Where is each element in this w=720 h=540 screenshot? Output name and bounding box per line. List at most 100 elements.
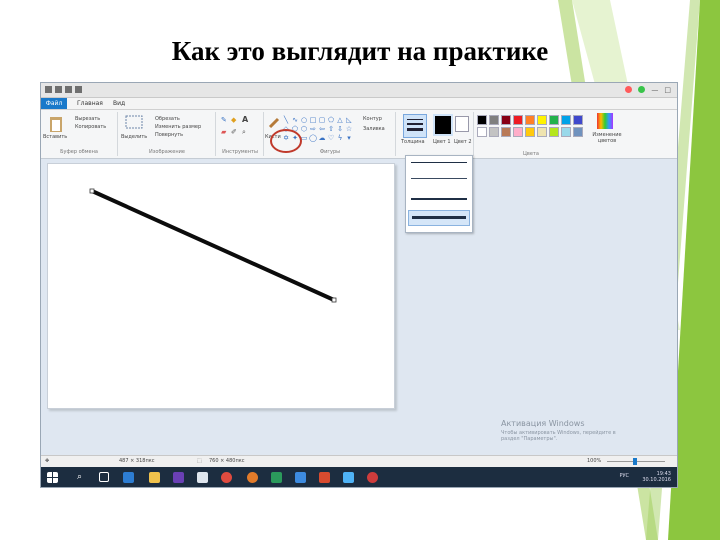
palette-color[interactable] (573, 115, 583, 125)
rotate-button[interactable]: Повернуть (155, 132, 183, 138)
palette-color[interactable] (525, 127, 535, 137)
thickness-option-3px[interactable] (411, 178, 467, 179)
edge-browser-icon[interactable] (123, 472, 134, 483)
file-explorer-icon[interactable] (149, 472, 160, 483)
palette-color[interactable] (501, 127, 511, 137)
save-icon[interactable] (55, 86, 62, 93)
eraser-icon[interactable]: ▰ (221, 128, 226, 136)
arrow-left-shape-icon[interactable]: ⇦ (318, 125, 326, 133)
paint-app-icon (45, 86, 52, 93)
palette-color[interactable] (477, 127, 487, 137)
zoom-slider[interactable] (607, 458, 665, 465)
palette-color[interactable] (573, 127, 583, 137)
windows-start-icon[interactable] (47, 472, 58, 483)
lightning-shape-icon[interactable]: ϟ (336, 134, 344, 142)
chrome-icon[interactable] (221, 472, 232, 483)
palette-color[interactable] (561, 115, 571, 125)
palette-color[interactable] (525, 115, 535, 125)
rounded-rect-shape-icon[interactable]: ▢ (318, 116, 326, 124)
palette-color[interactable] (501, 115, 511, 125)
search-icon[interactable]: ⌕ (77, 472, 88, 483)
magnifier-icon[interactable]: ⌕ (242, 128, 246, 137)
fill-bucket-icon[interactable]: ◆ (231, 116, 236, 124)
color2-label[interactable]: Цвет 2 (454, 139, 472, 145)
palette-color[interactable] (537, 127, 547, 137)
palette-color[interactable] (549, 127, 559, 137)
keyboard-language[interactable]: РУС (609, 473, 629, 479)
paste-icon[interactable] (49, 115, 63, 133)
maximize-icon[interactable] (638, 86, 646, 93)
resize-button[interactable]: Изменить размер (155, 124, 201, 130)
palette-color[interactable] (513, 127, 523, 137)
edit-colors-icon[interactable] (597, 113, 613, 129)
thickness-option-1px[interactable] (411, 162, 467, 163)
arrow-down-shape-icon[interactable]: ⇩ (336, 125, 344, 133)
curve-shape-icon[interactable]: ∿ (291, 116, 299, 124)
palette-color[interactable] (477, 115, 487, 125)
opera-icon[interactable] (367, 472, 378, 483)
drawing-canvas[interactable] (47, 163, 395, 409)
thickness-icon[interactable] (403, 114, 427, 138)
firefox-icon[interactable] (247, 472, 258, 483)
palette-color[interactable] (537, 115, 547, 125)
crop-button[interactable]: Обрезать (155, 116, 180, 122)
polygon-shape-icon[interactable]: ⬠ (327, 116, 335, 124)
right-triangle-shape-icon[interactable]: ◺ (345, 116, 353, 124)
color1-swatch[interactable] (433, 114, 453, 136)
callout-oval-shape-icon[interactable]: ◯ (309, 134, 317, 142)
tab-view[interactable]: Вид (113, 100, 125, 107)
fill-button[interactable]: Заливка (363, 126, 385, 132)
thickness-option-selected[interactable] (408, 210, 470, 226)
palette-color[interactable] (513, 115, 523, 125)
palette-color[interactable] (561, 127, 571, 137)
edit-colors-button[interactable]: Изменение цветов (587, 132, 627, 144)
cut-button[interactable]: Вырезать (75, 116, 100, 122)
copy-button[interactable]: Копировать (75, 124, 106, 130)
tab-home[interactable]: Главная (77, 100, 103, 107)
paint-taskbar-icon[interactable] (343, 472, 354, 483)
line-shape-icon[interactable]: ╲ (282, 116, 290, 124)
clock-date[interactable]: 30.10.2016 (642, 477, 671, 483)
color2-swatch[interactable] (455, 116, 469, 132)
text-tool-icon[interactable]: A (242, 115, 248, 124)
outline-button[interactable]: Контур (363, 116, 382, 122)
pencil-icon[interactable]: ✎ (221, 116, 227, 124)
hexagon-shape-icon[interactable]: ⬡ (300, 125, 308, 133)
system-tray: РУС 19:43 30.10.2016 (619, 471, 671, 483)
app-icon-orange[interactable] (319, 472, 330, 483)
task-view-icon[interactable] (99, 472, 109, 482)
tab-file[interactable]: Файл (41, 98, 67, 109)
color-picker-icon[interactable]: ✐ (231, 128, 237, 136)
arrow-right-shape-icon[interactable]: ⇨ (309, 125, 317, 133)
visual-studio-icon[interactable] (173, 472, 184, 483)
star-shape-icon[interactable]: ☆ (345, 125, 353, 133)
rectangle-shape-icon[interactable]: □ (309, 116, 317, 124)
select-label[interactable]: Выделить (121, 134, 147, 140)
cloud-shape-icon[interactable]: ☁ (318, 134, 326, 142)
palette-color[interactable] (489, 127, 499, 137)
thickness-label[interactable]: Толщина (401, 139, 425, 145)
app-icon-green[interactable] (271, 472, 282, 483)
brushes-icon[interactable] (267, 116, 281, 130)
triangle-shape-icon[interactable]: △ (336, 116, 344, 124)
ribbon-tabs: Файл Главная Вид (41, 98, 677, 110)
palette-color[interactable] (549, 115, 559, 125)
quick-access-toolbar (45, 86, 82, 93)
redo-icon[interactable] (75, 86, 82, 93)
thickness-option-5px[interactable] (411, 198, 467, 200)
paste-label[interactable]: Вставить (43, 134, 67, 140)
arrow-up-shape-icon[interactable]: ⇧ (327, 125, 335, 133)
color1-label[interactable]: Цвет 1 (433, 139, 451, 145)
select-icon[interactable] (125, 115, 143, 129)
more-shapes-icon[interactable]: ▾ (345, 134, 353, 142)
app-icon-blue[interactable] (295, 472, 306, 483)
restore-icon[interactable]: □ (664, 86, 671, 94)
minimize-icon[interactable]: — (651, 86, 658, 94)
oval-shape-icon[interactable]: ○ (300, 116, 308, 124)
tools-group: ✎ ◆ A ▰ ✐ ⌕ Инструменты (217, 112, 264, 156)
store-icon[interactable] (197, 472, 208, 483)
palette-color[interactable] (489, 115, 499, 125)
heart-shape-icon[interactable]: ♡ (327, 134, 335, 142)
undo-icon[interactable] (65, 86, 72, 93)
close-icon[interactable] (625, 86, 633, 93)
